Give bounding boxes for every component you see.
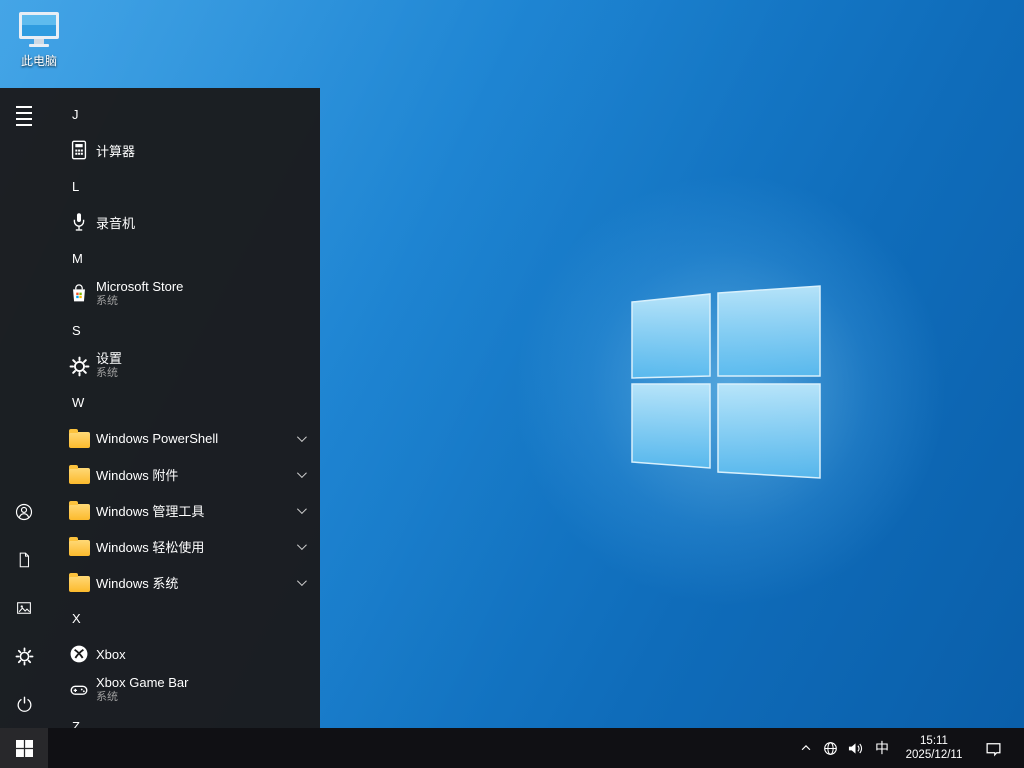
section-letter: L xyxy=(72,178,80,194)
start-app-xbox-game-bar[interactable]: Xbox Game Bar 系统 xyxy=(48,672,320,708)
gear-icon xyxy=(68,355,90,377)
chevron-down-icon xyxy=(296,503,307,514)
start-folder-windows-system[interactable]: Windows 系统 xyxy=(48,564,320,600)
volume-button[interactable] xyxy=(842,728,868,768)
app-label: Windows 管理工具 xyxy=(96,503,205,519)
section-header-s[interactable]: S xyxy=(48,312,320,348)
account-button[interactable] xyxy=(0,488,48,536)
ime-indicator[interactable]: 中 xyxy=(868,728,896,768)
pictures-button[interactable] xyxy=(0,584,48,632)
windows-logo-icon xyxy=(15,739,33,757)
app-sublabel: 系统 xyxy=(96,295,118,307)
app-label: Windows 系统 xyxy=(96,575,179,591)
section-header-x[interactable]: X xyxy=(48,600,320,636)
start-folder-windows-accessories[interactable]: Windows 附件 xyxy=(48,456,320,492)
folder-icon xyxy=(68,463,90,485)
start-menu-rail xyxy=(0,88,48,728)
network-button[interactable] xyxy=(818,728,842,768)
power-icon xyxy=(17,696,31,712)
chevron-up-icon xyxy=(801,744,811,751)
start-app-voice-recorder[interactable]: 录音机 xyxy=(48,204,320,240)
app-label: Windows 附件 xyxy=(96,467,179,483)
app-label: Windows PowerShell xyxy=(96,430,219,446)
windows-wallpaper-logo xyxy=(631,285,821,479)
start-button[interactable] xyxy=(0,728,48,768)
chevron-down-icon xyxy=(296,539,307,550)
store-icon xyxy=(68,283,90,305)
tray-chevron-button[interactable] xyxy=(794,728,818,768)
section-letter: W xyxy=(72,394,85,410)
folder-icon xyxy=(68,571,90,593)
action-center-icon xyxy=(985,742,1001,757)
section-header-w[interactable]: W xyxy=(48,384,320,420)
app-label: Xbox xyxy=(96,646,126,662)
xbox-icon xyxy=(68,643,90,665)
section-letter: M xyxy=(72,250,83,266)
section-letter: J xyxy=(72,106,79,122)
this-pc-icon xyxy=(19,12,59,47)
start-app-list: J 计算器 L 录音机 M Microsoft Store 系统 S 设置 系统 xyxy=(48,88,320,728)
folder-icon xyxy=(68,427,90,449)
user-icon xyxy=(15,503,33,521)
chevron-down-icon xyxy=(296,467,307,478)
desktop-icon-label: 此电脑 xyxy=(20,54,57,68)
microphone-icon xyxy=(68,211,90,233)
app-label: Xbox Game Bar xyxy=(96,675,189,690)
start-app-xbox[interactable]: Xbox xyxy=(48,636,320,672)
ime-label: 中 xyxy=(875,740,889,756)
hamburger-menu-button[interactable] xyxy=(0,92,48,140)
section-letter: Z xyxy=(72,718,80,729)
taskbar-clock[interactable]: 15:11 2025/12/11 xyxy=(896,728,972,768)
section-letter: X xyxy=(72,610,81,626)
start-folder-windows-ease-of-access[interactable]: Windows 轻松使用 xyxy=(48,528,320,564)
app-label: 计算器 xyxy=(96,143,136,159)
start-app-microsoft-store[interactable]: Microsoft Store 系统 xyxy=(48,276,320,312)
app-label: Microsoft Store xyxy=(96,279,184,294)
clock-time: 15:11 xyxy=(920,735,948,747)
folder-icon xyxy=(68,535,90,557)
app-label: Windows 轻松使用 xyxy=(96,539,205,555)
calculator-icon xyxy=(68,139,90,161)
start-folder-windows-powershell[interactable]: Windows PowerShell xyxy=(48,420,320,456)
hamburger-icon xyxy=(16,106,32,126)
section-header-j[interactable]: J xyxy=(48,96,320,132)
chevron-down-icon xyxy=(296,575,307,586)
section-header-z[interactable]: Z xyxy=(48,708,320,729)
section-letter: S xyxy=(72,322,81,338)
section-header-l[interactable]: L xyxy=(48,168,320,204)
system-tray: 中 15:11 2025/12/11 xyxy=(794,728,1024,768)
app-sublabel: 系统 xyxy=(96,691,118,703)
gamebar-icon xyxy=(68,679,90,701)
action-center-button[interactable] xyxy=(972,728,1014,768)
power-button[interactable] xyxy=(0,680,48,728)
start-app-calculator[interactable]: 计算器 xyxy=(48,132,320,168)
app-label: 设置 xyxy=(96,351,123,366)
app-label: 录音机 xyxy=(96,215,136,231)
start-menu: J 计算器 L 录音机 M Microsoft Store 系统 S 设置 系统 xyxy=(0,88,320,728)
app-sublabel: 系统 xyxy=(96,367,118,379)
gear-icon xyxy=(15,647,33,665)
network-globe-icon xyxy=(823,741,837,755)
start-folder-windows-admin-tools[interactable]: Windows 管理工具 xyxy=(48,492,320,528)
clock-date: 2025/12/11 xyxy=(905,749,963,761)
document-icon xyxy=(19,552,30,568)
section-header-m[interactable]: M xyxy=(48,240,320,276)
start-app-settings[interactable]: 设置 系统 xyxy=(48,348,320,384)
volume-icon xyxy=(848,742,862,754)
picture-icon xyxy=(17,602,31,614)
desktop-icon-this-pc[interactable]: 此电脑 xyxy=(10,10,68,69)
taskbar: 中 15:11 2025/12/11 xyxy=(0,728,1024,768)
folder-icon xyxy=(68,499,90,521)
settings-button[interactable] xyxy=(0,632,48,680)
documents-button[interactable] xyxy=(0,536,48,584)
chevron-down-icon xyxy=(296,431,307,442)
